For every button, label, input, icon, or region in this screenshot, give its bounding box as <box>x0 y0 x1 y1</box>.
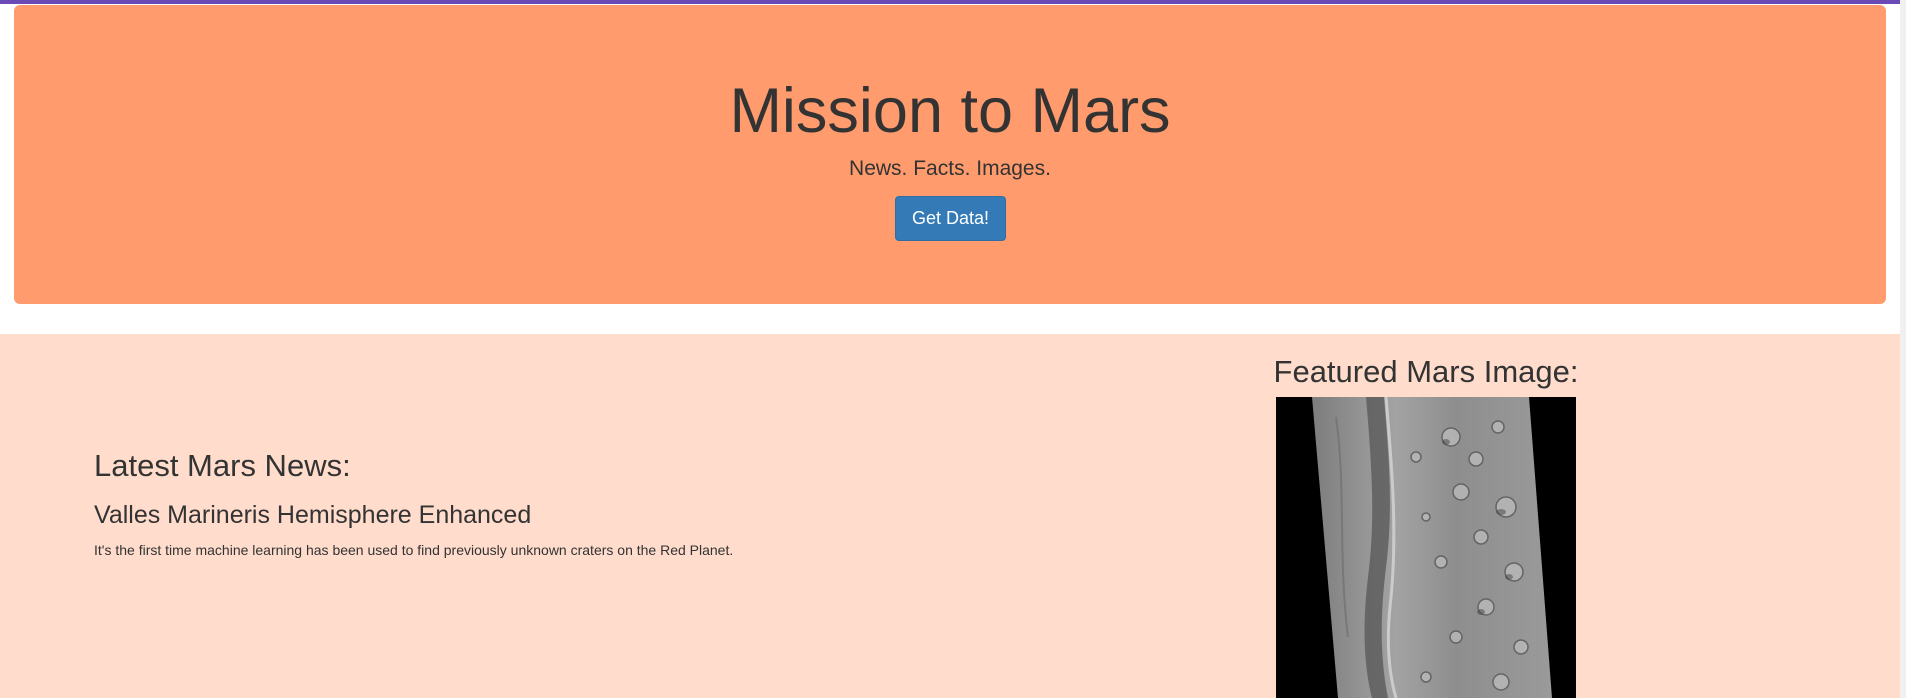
get-data-button[interactable]: Get Data! <box>895 196 1006 241</box>
news-teaser: It's the first time machine learning has… <box>94 542 734 558</box>
hero-tagline: News. Facts. Images. <box>849 157 1051 180</box>
news-section-heading: Latest Mars News: <box>94 448 351 483</box>
page-title: Mission to Mars <box>729 76 1171 146</box>
featured-image-heading: Featured Mars Image: <box>1273 354 1579 389</box>
page-scrollbar[interactable] <box>1900 0 1906 698</box>
top-accent-bar <box>0 0 1906 4</box>
hero-jumbotron: Mission to Mars News. Facts. Images. <box>14 5 1886 304</box>
news-title: Valles Marineris Hemisphere Enhanced <box>94 501 532 529</box>
mars-surface-image-icon <box>1276 397 1576 698</box>
featured-image <box>1276 397 1576 698</box>
